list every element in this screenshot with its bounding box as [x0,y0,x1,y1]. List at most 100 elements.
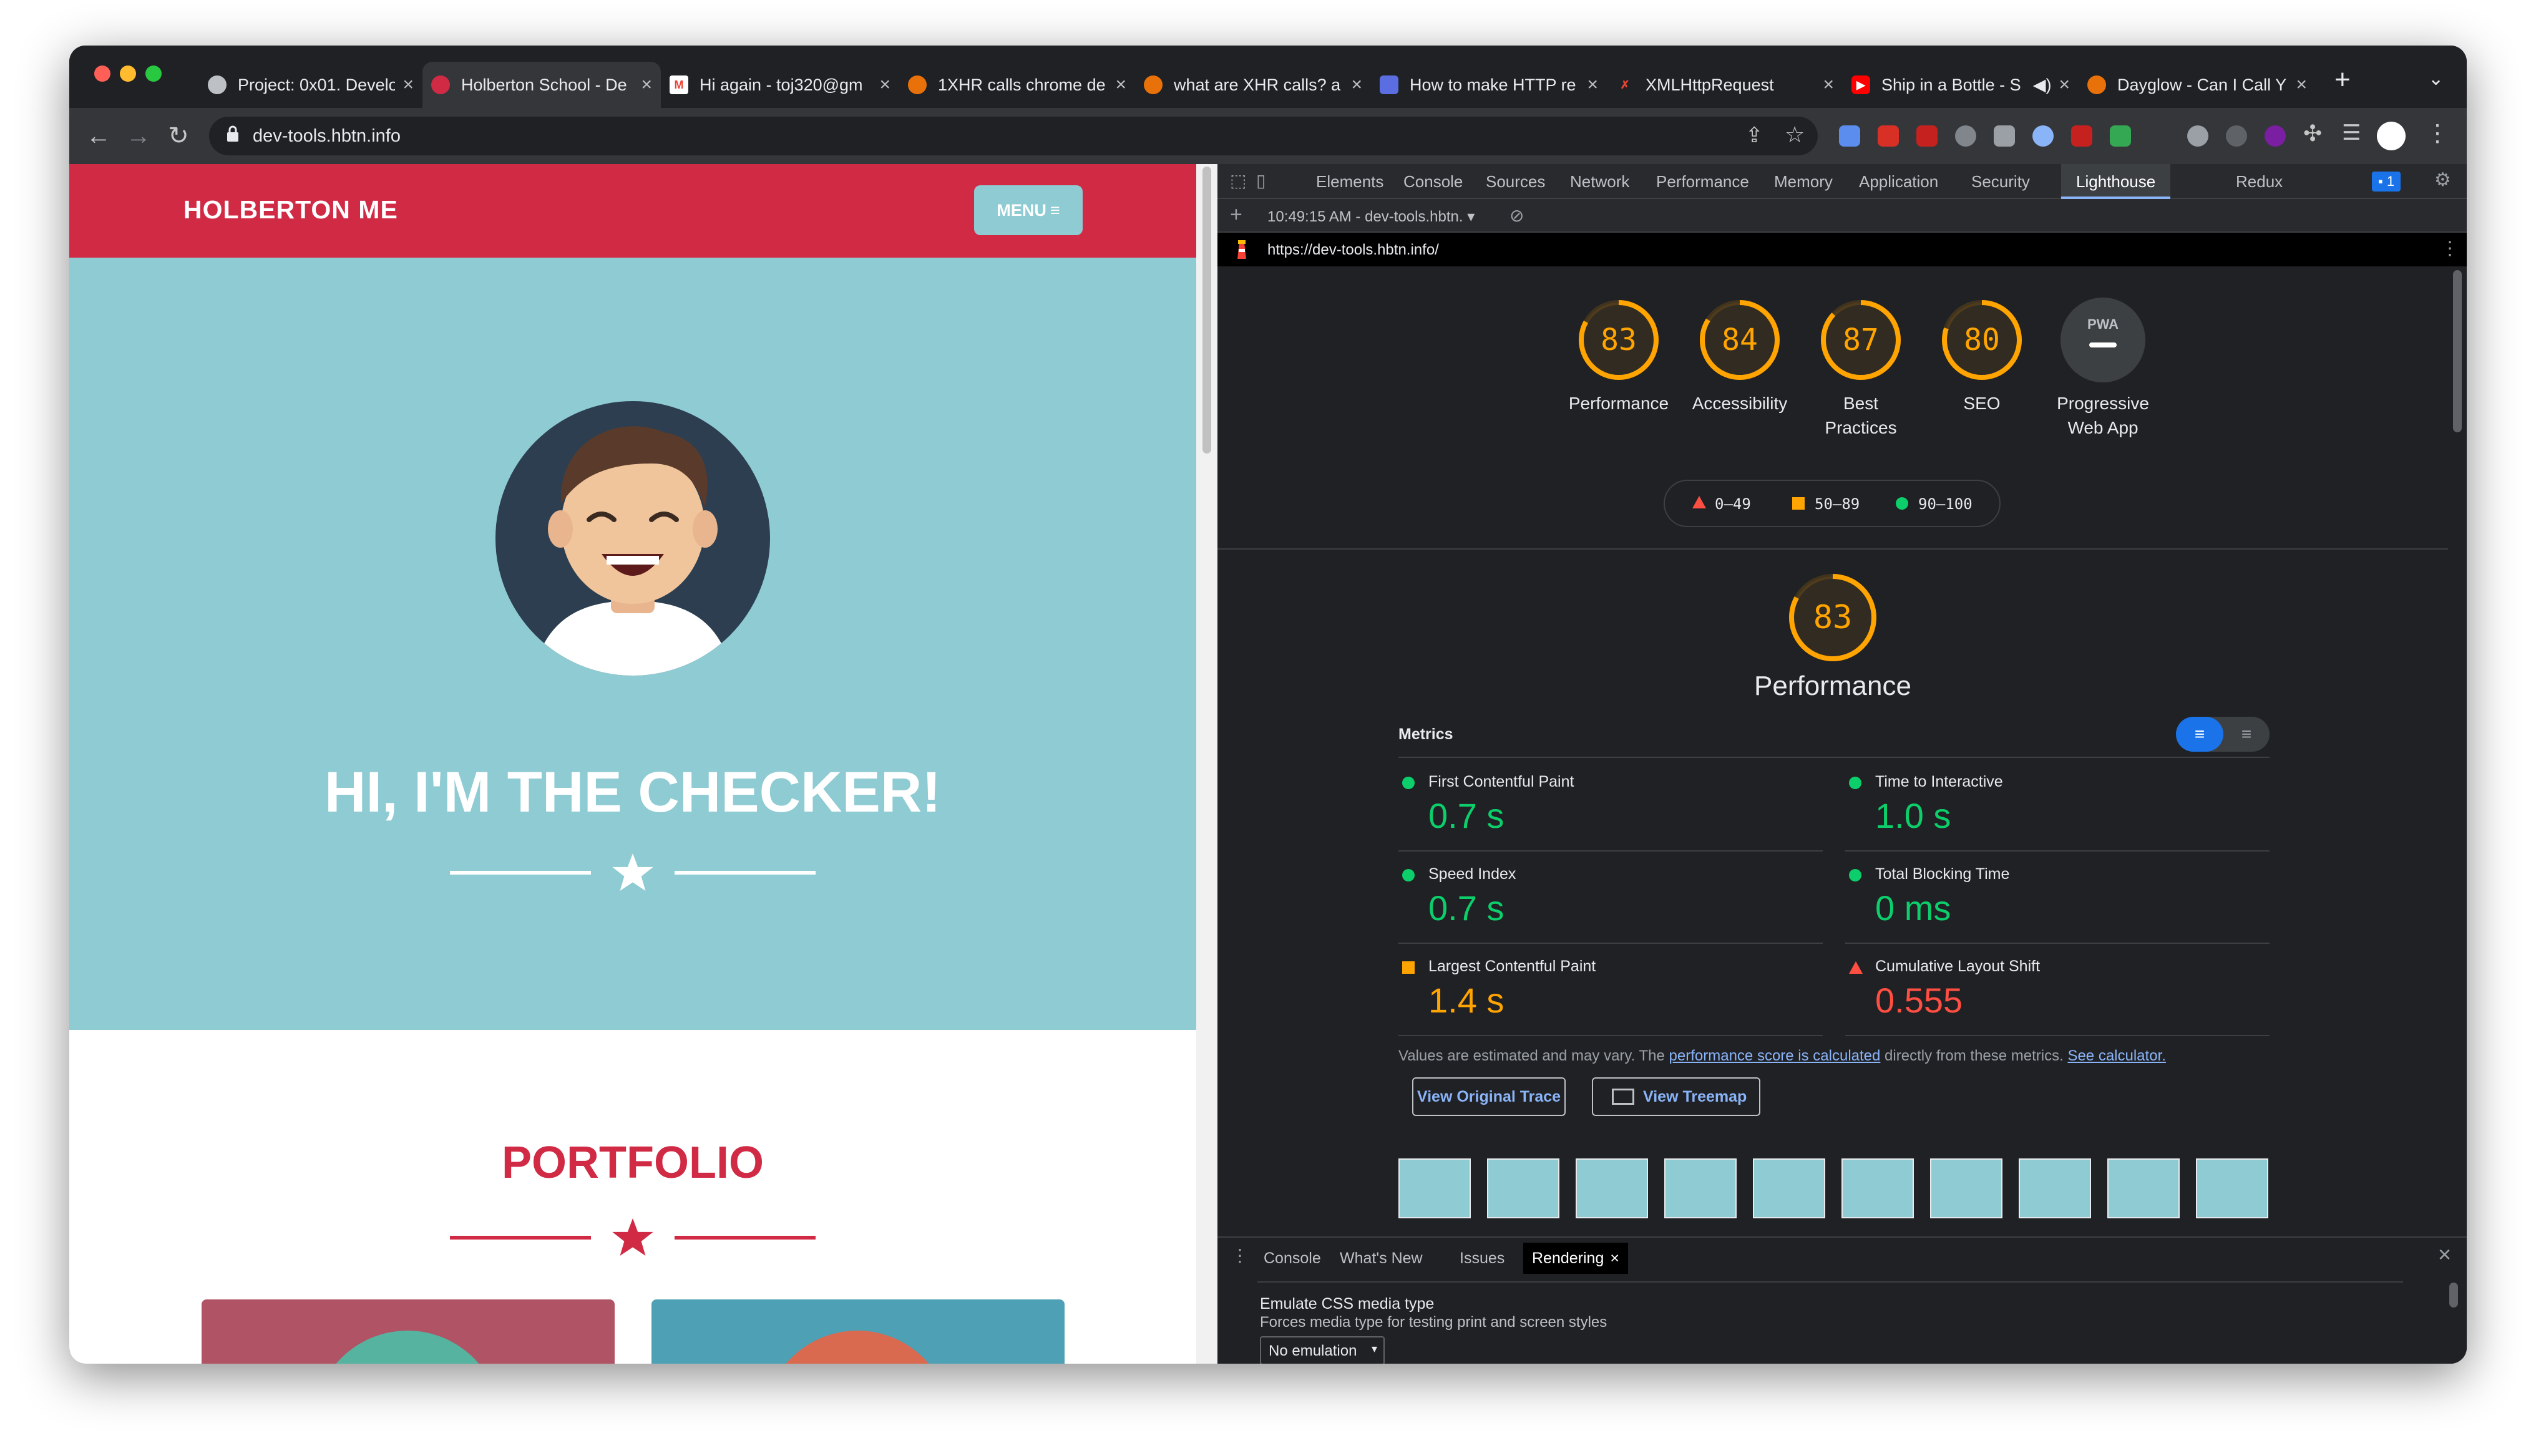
performance-score-link[interactable]: performance score is calculated [1669,1047,1881,1064]
close-tab-icon[interactable]: × [402,74,414,95]
inspect-element-icon[interactable]: ⬚ [1230,170,1246,191]
zoom-window-button[interactable] [145,66,162,82]
site-brand[interactable]: HOLBERTON ME [183,195,398,225]
lock-icon[interactable] [227,125,239,143]
close-tab-icon[interactable]: × [1351,74,1362,95]
tab-what-are-xhr[interactable]: what are XHR calls? a × [1135,62,1371,108]
extension-icon[interactable] [2032,125,2054,147]
issues-badge[interactable]: ▪ 1 [2372,172,2401,192]
metrics-view-toggle[interactable]: ≡ ≡ [2176,717,2270,752]
tab-elements[interactable]: Elements [1316,164,1383,199]
holberton-icon [208,75,227,94]
speaker-icon[interactable]: ◀) [2033,75,2052,95]
tab-redux[interactable]: Redux [2236,164,2283,199]
close-tab-icon[interactable]: × [2059,74,2070,95]
extensions-puzzle-icon[interactable]: ✣ [2303,120,2322,147]
view-treemap-button[interactable]: View Treemap [1592,1077,1760,1116]
close-tab-icon[interactable]: × [641,74,652,95]
close-drawer-icon[interactable]: × [2438,1241,2451,1268]
back-arrow-icon[interactable]: ← [82,119,115,153]
extension-icon[interactable] [1994,125,2015,147]
tab-lighthouse[interactable]: Lighthouse [2061,164,2171,199]
new-report-plus-icon[interactable]: + [1230,203,1242,227]
tab-security[interactable]: Security [1971,164,2030,199]
extension-icon[interactable] [2265,125,2286,147]
tab-strip: Project: 0x01. Develop × Holberton School… [69,46,2467,108]
reload-icon[interactable]: ↻ [162,119,195,153]
tab-ship-in-a-bottle[interactable]: ▶ Ship in a Bottle - S ◀) × [1843,62,2079,108]
tab-gmail[interactable]: M Hi again - toj320@gm × [661,62,899,108]
filmstrip-frame [2019,1158,2091,1218]
extension-icon[interactable] [2110,125,2131,147]
bookmark-star-icon[interactable]: ☆ [1785,122,1805,148]
close-tab-icon[interactable]: × [1823,74,1834,95]
score-gauge-accessibility[interactable]: 84 [1697,298,1782,382]
close-tab-icon[interactable]: × [879,74,890,95]
pwa-badge[interactable]: PWA [2060,298,2145,382]
extension-icon[interactable] [1955,125,1976,147]
drawer-scrollbar[interactable] [2449,1283,2458,1308]
tab-xmlhttprequest[interactable]: ✗ XMLHttpRequest × [1607,62,1843,108]
drawer-tab-console[interactable]: Console [1264,1243,1321,1274]
report-selector[interactable]: 10:49:15 AM - dev-tools.hbtn. ▾ [1267,208,1475,226]
tab-memory[interactable]: Memory [1774,164,1833,199]
tab-application[interactable]: Application [1859,164,1938,199]
extension-mail-icon[interactable] [1878,125,1899,147]
score-gauge-best-practices[interactable]: 87 [1818,298,1903,382]
tab-xhr-calls-chrome[interactable]: 1XHR calls chrome de × [899,62,1135,108]
close-tab-icon[interactable]: × [1115,74,1126,95]
portfolio-card[interactable] [651,1299,1065,1364]
tab-project[interactable]: Project: 0x01. Develop × [199,62,422,108]
score-gauge-seo[interactable]: 80 [1939,298,2024,382]
toggle-list-icon[interactable]: ≡ [2223,717,2270,752]
settings-gear-icon[interactable]: ⚙ [2434,169,2451,191]
media-type-select[interactable]: No emulation ▾ [1260,1336,1385,1364]
tab-sources[interactable]: Sources [1486,164,1545,199]
portfolio-card[interactable] [202,1299,615,1364]
extension-icon[interactable] [2187,125,2208,147]
tab-network[interactable]: Network [1570,164,1629,199]
reading-list-icon[interactable]: ☰ [2342,120,2361,145]
drawer-tab-issues[interactable]: Issues [1460,1243,1505,1274]
page-scrollbar[interactable] [1196,164,1217,1364]
drawer-tab-whats-new[interactable]: What's New [1340,1243,1423,1274]
tab-holberton-school[interactable]: Holberton School - De × [422,62,661,108]
address-bar[interactable]: dev-tools.hbtn.info ⇪ ☆ [209,117,1818,155]
share-icon[interactable]: ⇪ [1745,123,1763,148]
extension-icon[interactable] [1839,125,1860,147]
close-tab-icon[interactable]: × [1610,1250,1619,1267]
close-tab-icon[interactable]: × [1587,74,1598,95]
tab-http-request[interactable]: How to make HTTP re × [1371,62,1607,108]
report-menu-icon[interactable]: ⋮ [2441,238,2459,260]
status-indicator-icon [1402,961,1415,974]
profile-avatar[interactable] [2377,122,2406,150]
clear-reports-icon[interactable]: ⊘ [1509,205,1524,226]
close-tab-icon[interactable]: × [2296,74,2307,95]
drawer-tab-rendering[interactable]: Rendering × [1523,1243,1628,1274]
browser-menu-icon[interactable]: ⋮ [2426,119,2449,147]
tab-title: 1XHR calls chrome de [938,75,1106,94]
extension-icon[interactable] [2226,125,2247,147]
tab-performance[interactable]: Performance [1656,164,1749,199]
drawer-menu-icon[interactable]: ⋮ [1231,1245,1249,1266]
view-original-trace-button[interactable]: View Original Trace [1412,1077,1566,1116]
report-url[interactable]: https://dev-tools.hbtn.info/ [1267,241,1439,259]
tab-search-chevron-icon[interactable]: ⌄ [2428,68,2444,90]
forward-arrow-icon[interactable]: → [122,119,155,153]
report-scrollbar[interactable] [2448,266,2467,1236]
extension-icon[interactable] [1916,125,1938,147]
new-tab-button[interactable]: + [2334,64,2351,95]
see-calculator-link[interactable]: See calculator. [2067,1047,2165,1064]
lighthouse-report: 83 84 87 80 PWA Performance Accessibilit… [1217,266,2448,1236]
menu-button[interactable]: MENU ≡ [974,185,1083,235]
toggle-summary-icon[interactable]: ≡ [2176,717,2223,752]
score-gauge-performance[interactable]: 83 [1576,298,1661,382]
report-url-bar: https://dev-tools.hbtn.info/ ⋮ [1217,233,2467,266]
chevron-down-icon: ▾ [1371,1342,1377,1355]
minimize-window-button[interactable] [120,66,136,82]
tab-dayglow[interactable]: Dayglow - Can I Call Y × [2079,62,2316,108]
close-window-button[interactable] [94,66,110,82]
tab-console[interactable]: Console [1403,164,1463,199]
device-toolbar-icon[interactable]: ▯ [1256,170,1266,191]
extension-icon[interactable] [2071,125,2092,147]
